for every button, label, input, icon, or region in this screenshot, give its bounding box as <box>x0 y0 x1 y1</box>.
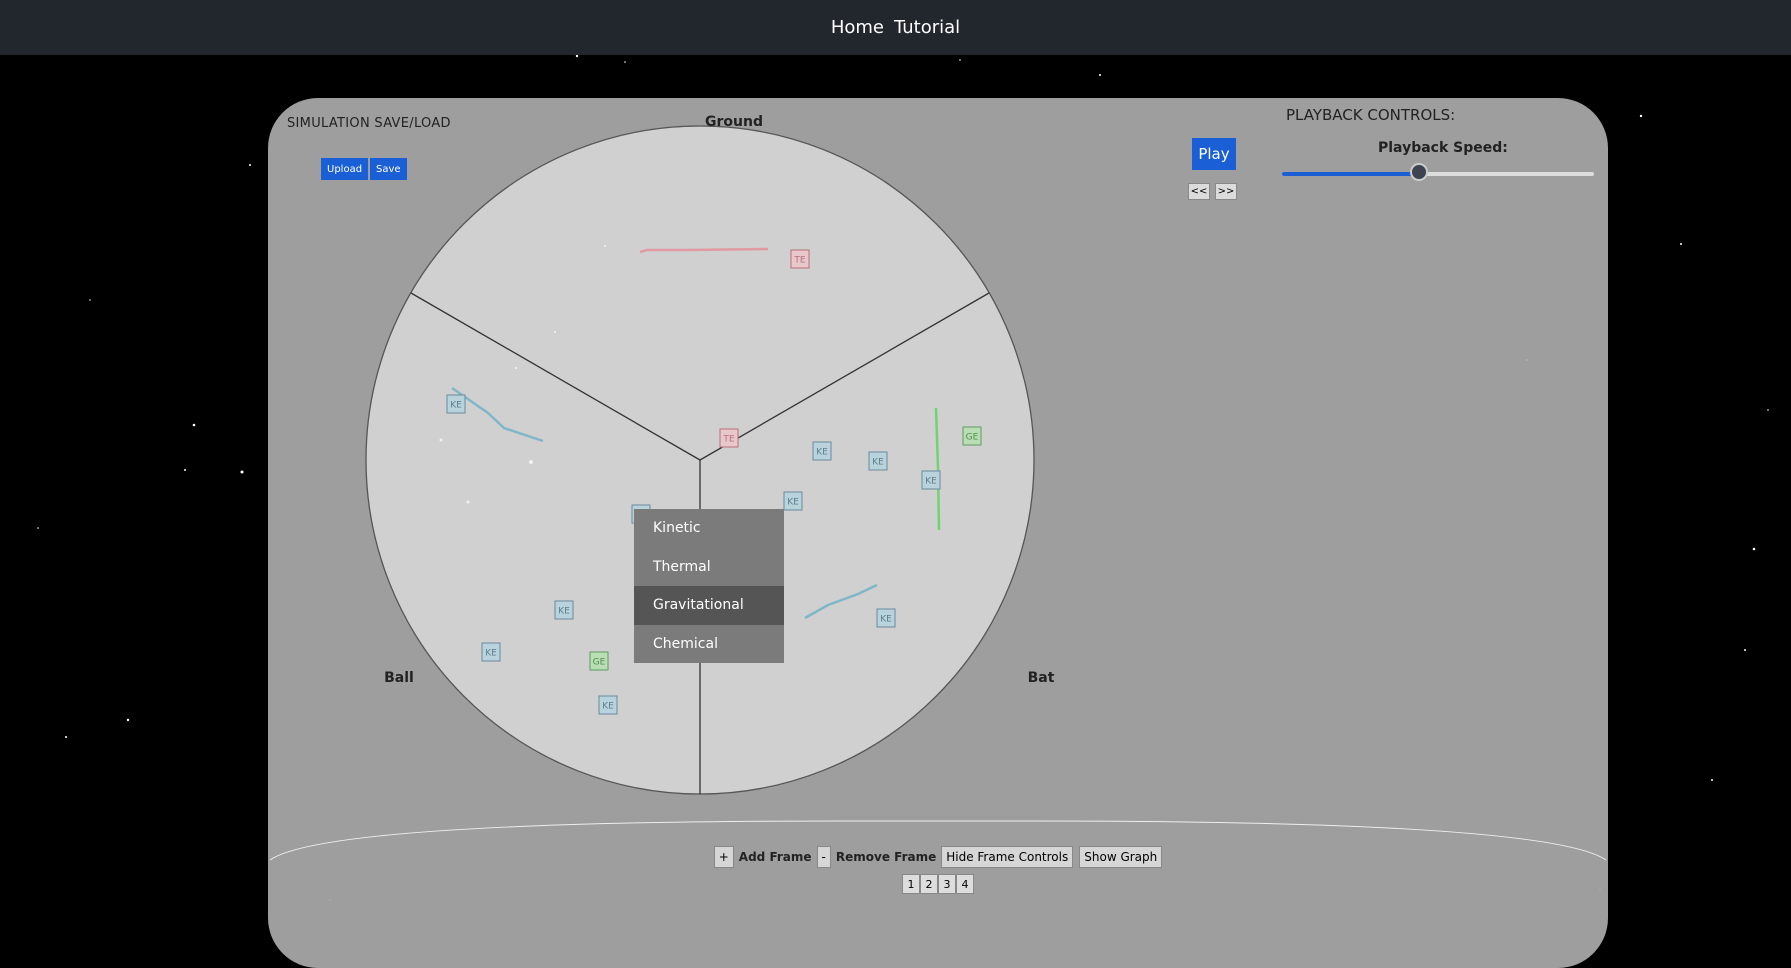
energy-box-label: KE <box>558 607 570 617</box>
frame-page-button[interactable]: 4 <box>956 874 974 894</box>
frame-page-button[interactable]: 1 <box>902 874 920 894</box>
energy-type-menu: Kinetic Thermal Gravitational Chemical <box>634 509 784 663</box>
playback-speed-label: Playback Speed: <box>1378 140 1508 156</box>
ground-label: Ground <box>705 114 763 130</box>
energy-box-ke[interactable]: KE <box>783 491 803 511</box>
energy-box-label: KE <box>816 448 828 458</box>
energy-box-label: GE <box>966 433 979 443</box>
menu-item-chemical[interactable]: Chemical <box>634 625 784 664</box>
energy-box-label: GE <box>593 658 606 668</box>
energy-box-ke[interactable]: KE <box>812 441 832 461</box>
playback-speed-slider[interactable] <box>1282 163 1594 181</box>
energy-box-ke[interactable]: KE <box>481 642 501 662</box>
play-button[interactable]: Play <box>1192 138 1236 170</box>
energy-box-ke[interactable]: KE <box>446 394 466 414</box>
step-back-button[interactable]: << <box>1188 183 1210 200</box>
energy-box-label: TE <box>722 435 734 445</box>
frame-page-button[interactable]: 2 <box>920 874 938 894</box>
energy-box-label: KE <box>450 401 462 411</box>
add-frame-label: Add Frame <box>738 850 812 864</box>
energy-box-label: TE <box>793 256 805 266</box>
menu-item-thermal[interactable]: Thermal <box>634 548 784 587</box>
energy-box-label: KE <box>872 458 884 468</box>
energy-box-ke[interactable]: KE <box>876 608 896 628</box>
ball-label: Ball <box>384 670 414 686</box>
energy-box-ge[interactable]: GE <box>589 651 609 671</box>
slider-fill <box>1282 172 1420 176</box>
energy-box-label: KE <box>880 615 892 625</box>
hide-frame-controls-button[interactable]: Hide Frame Controls <box>941 846 1074 868</box>
energy-diagram: TETEKEKEKEKEKEKEKEKEKEGEGEKE Ground Ball… <box>365 114 1055 795</box>
top-navbar: Home Tutorial <box>0 0 1791 55</box>
nav-tutorial-link[interactable]: Tutorial <box>894 17 960 38</box>
energy-box-te[interactable]: TE <box>790 249 810 269</box>
menu-item-kinetic[interactable]: Kinetic <box>634 509 784 548</box>
frame-pages: 1234 <box>268 874 1608 894</box>
frame-controls: + Add Frame - Remove Frame Hide Frame Co… <box>268 846 1608 868</box>
add-frame-button[interactable]: + <box>713 846 734 868</box>
remove-frame-button[interactable]: - <box>816 846 831 868</box>
playback-controls-title: PLAYBACK CONTROLS: <box>1286 106 1456 124</box>
menu-item-gravitational[interactable]: Gravitational <box>634 586 784 625</box>
energy-box-label: KE <box>485 649 497 659</box>
energy-box-ke[interactable]: KE <box>554 600 574 620</box>
energy-box-ke[interactable]: KE <box>868 451 888 471</box>
energy-box-ge[interactable]: GE <box>962 426 982 446</box>
energy-box-label: KE <box>925 477 937 487</box>
bat-label: Bat <box>1028 670 1055 686</box>
remove-frame-label: Remove Frame <box>835 850 937 864</box>
show-graph-button[interactable]: Show Graph <box>1079 846 1163 868</box>
energy-box-ke[interactable]: KE <box>598 695 618 715</box>
nav-home-link[interactable]: Home <box>831 17 884 38</box>
simulation-panel: SIMULATION SAVE/LOAD Upload Save TE TE KE K… <box>268 98 1608 968</box>
step-forward-button[interactable]: >> <box>1215 183 1237 200</box>
energy-box-label: KE <box>787 498 799 508</box>
frame-page-button[interactable]: 3 <box>938 874 956 894</box>
energy-box-label: KE <box>602 702 614 712</box>
energy-box-te[interactable]: TE <box>719 428 739 448</box>
energy-box-ke[interactable]: KE <box>921 470 941 490</box>
